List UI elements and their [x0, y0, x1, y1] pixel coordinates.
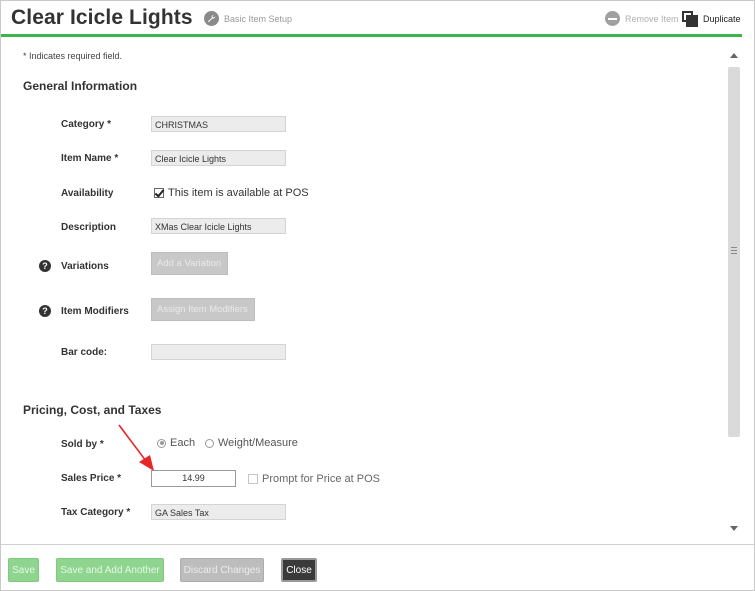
tax-category-label: Tax Category * [61, 507, 131, 518]
sold-by-each-radio[interactable] [157, 438, 166, 448]
wrench-icon [204, 11, 219, 26]
sales-price-label: Sales Price * [61, 473, 122, 484]
grip-icon [731, 247, 737, 254]
dialog-footer: Save Save and Add Another Discard Change… [1, 545, 754, 590]
dialog-header: Clear Icicle Lights Basic Item Setup Rem… [1, 1, 754, 36]
item-name-label: Item Name * [61, 153, 119, 164]
category-field[interactable]: CHRISTMAS [151, 116, 286, 132]
page-title: Clear Icicle Lights [11, 6, 193, 29]
barcode-field[interactable] [151, 344, 286, 360]
availability-checkbox[interactable] [154, 188, 164, 198]
sold-by-weight-radio[interactable] [205, 438, 214, 448]
content-scrollbar[interactable] [727, 47, 741, 536]
sold-by-label: Sold by * [61, 439, 104, 450]
sold-by-weight-option[interactable]: Weight/Measure [205, 437, 298, 449]
add-variation-button[interactable]: Add a Variation [151, 252, 228, 275]
pricing-section-title: Pricing, Cost, and Taxes [23, 403, 162, 417]
prompt-price-label: Prompt for Price at POS [262, 473, 380, 485]
availability-checkbox-row[interactable]: This item is available at POS [154, 187, 309, 199]
assign-item-modifiers-button[interactable]: Assign Item Modifiers [151, 298, 255, 321]
availability-label: Availability [61, 188, 114, 199]
required-note: * Indicates required field. [23, 51, 123, 61]
duplicate-icon [682, 11, 698, 27]
minus-circle-icon [605, 11, 620, 26]
remove-item-label: Remove Item [625, 13, 679, 24]
availability-checkbox-label: This item is available at POS [168, 187, 309, 199]
item-name-field[interactable]: Clear Icicle Lights [151, 150, 286, 166]
sold-by-each-option[interactable]: Each [157, 437, 195, 449]
variations-label: Variations [61, 261, 109, 272]
description-label: Description [61, 222, 117, 233]
tax-category-field[interactable]: GA Sales Tax [151, 504, 286, 520]
remove-item-button[interactable]: Remove Item [605, 11, 679, 26]
scroll-up-arrow-icon[interactable] [730, 53, 738, 58]
close-button[interactable]: Close [281, 558, 317, 582]
item-modifiers-label: Item Modifiers [61, 306, 129, 317]
discard-changes-button[interactable]: Discard Changes [180, 558, 264, 582]
sold-by-each-label: Each [170, 437, 196, 449]
item-modifiers-help-icon[interactable]: ? [39, 305, 51, 317]
save-and-add-another-button[interactable]: Save and Add Another [56, 558, 164, 582]
prompt-price-checkbox[interactable] [248, 474, 258, 484]
sales-price-input[interactable]: 14.99 [151, 470, 236, 487]
duplicate-label: Duplicate [703, 14, 741, 24]
form-content: * Indicates required field. General Info… [1, 37, 727, 541]
basic-item-setup-link[interactable]: Basic Item Setup [204, 11, 292, 26]
save-button[interactable]: Save [8, 558, 39, 582]
sold-by-weight-label: Weight/Measure [218, 437, 298, 449]
prompt-price-option[interactable]: Prompt for Price at POS [248, 473, 380, 485]
basic-item-setup-label: Basic Item Setup [224, 13, 293, 24]
scroll-down-arrow-icon[interactable] [730, 526, 738, 531]
scroll-thumb[interactable] [728, 67, 740, 437]
barcode-label: Bar code: [61, 347, 108, 358]
description-field[interactable]: XMas Clear Icicle Lights [151, 218, 286, 234]
duplicate-button[interactable]: Duplicate [682, 11, 741, 27]
general-section-title: General Information [23, 79, 138, 93]
variations-help-icon[interactable]: ? [39, 260, 51, 272]
category-label: Category * [61, 119, 112, 130]
